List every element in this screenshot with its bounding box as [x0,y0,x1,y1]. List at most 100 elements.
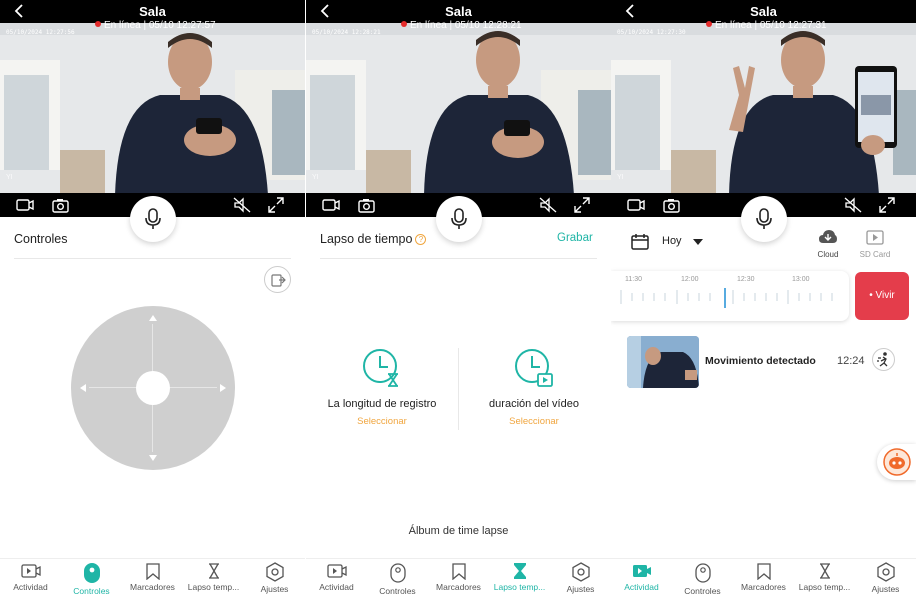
online-status: En línea | 05/10 12:27:57 [95,20,216,31]
record-video-icon[interactable] [627,196,645,214]
snapshot-icon[interactable] [358,196,376,214]
talk-button[interactable] [130,196,176,242]
camera-feed[interactable]: Sala En línea | 05/10 12:28:21 05/10/202… [306,0,611,217]
tab-ajustes[interactable]: Ajustes [855,562,916,594]
joystick-icon [83,563,100,583]
talk-button[interactable] [741,196,787,242]
video-duration-option[interactable]: duración del vídeo Seleccionar [459,347,609,427]
timelapse-album-link[interactable]: Álbum de time lapse [306,525,611,537]
tab-label: Actividad [624,582,659,592]
tab-controles[interactable]: Controles [367,562,428,596]
tab-lapso-temp[interactable]: Lapso temp... [794,562,855,592]
select-link[interactable]: Seleccionar [459,416,609,427]
help-icon[interactable]: ? [415,234,427,245]
bottom-nav: Actividad Controles Marcadores Lapso tem… [611,558,916,600]
option-label: duración del vídeo [489,398,579,410]
bookmark-icon [145,563,160,580]
tab-label: Ajustes [871,584,900,594]
camera-feed[interactable]: Sala En línea | 05/10 12:27:57 05/10/202… [0,0,305,217]
select-link[interactable]: Seleccionar [307,416,457,427]
timeline-scrubber[interactable]: 11:30 12:00 12:30 13:00 [611,271,849,321]
source-label: Cloud [817,250,839,259]
section-title: Controles [14,232,68,246]
tab-label: Marcadores [130,582,175,592]
record-button[interactable]: Grabar [557,232,593,244]
camera-feed[interactable]: Sala En línea | 05/10 12:27:31 05/10/202… [611,0,916,217]
settings-icon [571,562,590,582]
osd-timestamp: 05/10/2024 12:28:21 [312,29,381,36]
online-status: En línea | 05/10 12:28:21 [401,20,522,31]
talk-button[interactable] [436,196,482,242]
tab-actividad[interactable]: Actividad [611,562,672,592]
arrow-left-icon[interactable] [80,384,86,392]
hourglass-icon [819,563,830,579]
cloud-source[interactable]: Cloud [808,229,848,259]
preset-position-button[interactable] [264,266,291,293]
tab-marcadores[interactable]: Marcadores [733,562,794,592]
motion-icon [877,352,888,367]
tab-lapso-temp[interactable]: Lapso temp... [489,562,550,592]
fullscreen-icon[interactable] [878,196,896,214]
arrow-right-icon[interactable] [220,384,226,392]
motion-button[interactable] [872,348,895,371]
tab-lapso-temp[interactable]: Lapso temp... [183,562,244,592]
video-icon [632,565,651,577]
record-length-option[interactable]: La longitud de registro Seleccionar [307,347,457,427]
joystick-knob[interactable] [136,371,170,405]
bookmark-icon [451,563,466,580]
option-label: La longitud de registro [327,398,437,410]
assistant-bubble[interactable] [877,444,916,480]
preset-icon [271,274,286,287]
tab-actividad[interactable]: Actividad [306,562,367,592]
tab-label: Marcadores [436,582,481,592]
tab-controles[interactable]: Controles [61,562,122,596]
camera-title: Sala [750,4,777,19]
day-label: Hoy [662,235,682,247]
source-label: SD Card [859,250,891,259]
snapshot-icon[interactable] [52,196,70,214]
record-video-icon[interactable] [16,196,34,214]
mute-icon[interactable] [539,196,557,214]
tab-label: Actividad [13,582,48,592]
sd-card-source[interactable]: SD Card [855,229,895,259]
arrow-up-icon[interactable] [149,315,157,321]
mute-icon[interactable] [233,196,251,214]
record-video-icon[interactable] [322,196,340,214]
ptz-joystick[interactable] [71,306,235,470]
fullscreen-icon[interactable] [573,196,591,214]
camera-watermark: YI [312,174,319,181]
tab-controles[interactable]: Controles [672,562,733,596]
event-thumbnail [627,336,699,388]
chevron-down-icon [693,239,703,245]
arrow-down-icon[interactable] [149,455,157,461]
tab-label: Ajustes [566,584,595,594]
settings-icon [876,562,895,582]
tab-label: Controles [379,586,416,596]
divider [320,258,597,259]
tab-ajustes[interactable]: Ajustes [244,562,305,594]
tab-actividad[interactable]: Actividad [0,562,61,592]
fullscreen-icon[interactable] [267,196,285,214]
timeline-ticks [620,288,833,308]
status-dot-icon [401,21,407,27]
tab-label: Controles [684,586,721,596]
event-time: 12:24 [837,355,865,367]
tab-marcadores[interactable]: Marcadores [122,562,183,592]
tab-marcadores[interactable]: Marcadores [428,562,489,592]
snapshot-icon[interactable] [663,196,681,214]
tab-ajustes[interactable]: Ajustes [550,562,611,594]
screen-lapso: Sala En línea | 05/10 12:28:21 05/10/202… [306,0,611,600]
event-item[interactable]: Movimiento detectado 12:24 [627,336,897,388]
microphone-icon [145,208,161,229]
live-button[interactable]: • Vivir [855,272,909,320]
cloud-icon [819,230,837,243]
screen-actividad: Sala En línea | 05/10 12:27:31 05/10/202… [611,0,916,600]
video-icon [326,564,347,578]
settings-icon [265,562,284,582]
osd-timestamp: 05/10/2024 12:27:56 [6,29,75,36]
tab-label: Actividad [319,582,354,592]
joystick-icon [694,563,711,583]
hourglass-icon [513,563,526,579]
status-text: En línea | 05/10 12:27:57 [104,20,216,31]
mute-icon[interactable] [844,196,862,214]
